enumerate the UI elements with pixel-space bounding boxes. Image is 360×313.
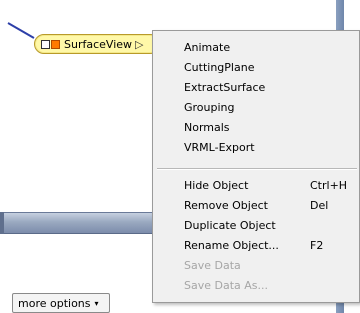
chevron-down-icon: ▾ xyxy=(94,298,99,308)
menu-item-duplicate-object[interactable]: Duplicate Object xyxy=(153,215,360,235)
output-port-icon[interactable] xyxy=(51,39,60,49)
more-options-button[interactable]: more options ▾ xyxy=(12,293,110,313)
menu-item-remove-object[interactable]: Remove Object Del xyxy=(153,195,360,215)
menu-item-label: Rename Object... xyxy=(184,238,279,252)
menu-item-shortcut: Ctrl+H xyxy=(310,178,348,192)
menu-item-label: Normals xyxy=(184,120,230,134)
menu-item-shortcut: Del xyxy=(310,198,329,212)
horizontal-splitter-bar[interactable] xyxy=(0,212,152,234)
menu-separator xyxy=(157,168,357,170)
menu-item-label: Save Data xyxy=(184,258,241,272)
menu-item-vrml-export[interactable]: VRML-Export xyxy=(153,137,360,157)
menu-item-save-data[interactable]: Save Data xyxy=(153,255,360,275)
context-menu: Animate CuttingPlane ExtractSurface Grou… xyxy=(152,30,360,303)
menu-item-cuttingplane[interactable]: CuttingPlane xyxy=(153,57,360,77)
menu-item-grouping[interactable]: Grouping xyxy=(153,97,360,117)
menu-item-save-data-as[interactable]: Save Data As... xyxy=(153,275,360,295)
menu-item-label: CuttingPlane xyxy=(184,60,255,74)
module-label: SurfaceView xyxy=(64,37,133,51)
menu-item-rename-object[interactable]: Rename Object... F2 xyxy=(153,235,360,255)
menu-item-label: VRML-Export xyxy=(184,140,255,154)
menu-item-label: Hide Object xyxy=(184,178,249,192)
menu-item-label: Remove Object xyxy=(184,198,268,212)
surfaceview-module[interactable]: SurfaceView ▷ xyxy=(34,34,160,54)
menu-item-label: Save Data As... xyxy=(184,278,269,292)
triangle-right-icon[interactable]: ▷ xyxy=(135,38,143,51)
menu-item-label: ExtractSurface xyxy=(184,80,266,94)
menu-item-extractsurface[interactable]: ExtractSurface xyxy=(153,77,360,97)
menu-item-normals[interactable]: Normals xyxy=(153,117,360,137)
menu-item-label: Duplicate Object xyxy=(184,218,276,232)
splitter-handle[interactable] xyxy=(0,212,4,234)
menu-item-label: Grouping xyxy=(184,100,235,114)
menu-item-hide-object[interactable]: Hide Object Ctrl+H xyxy=(153,175,360,195)
input-port-icon[interactable] xyxy=(41,39,50,49)
more-options-label: more options xyxy=(18,296,91,310)
menu-item-animate[interactable]: Animate xyxy=(153,37,360,57)
menu-item-label: Animate xyxy=(184,40,231,54)
menu-item-shortcut: F2 xyxy=(310,238,324,252)
